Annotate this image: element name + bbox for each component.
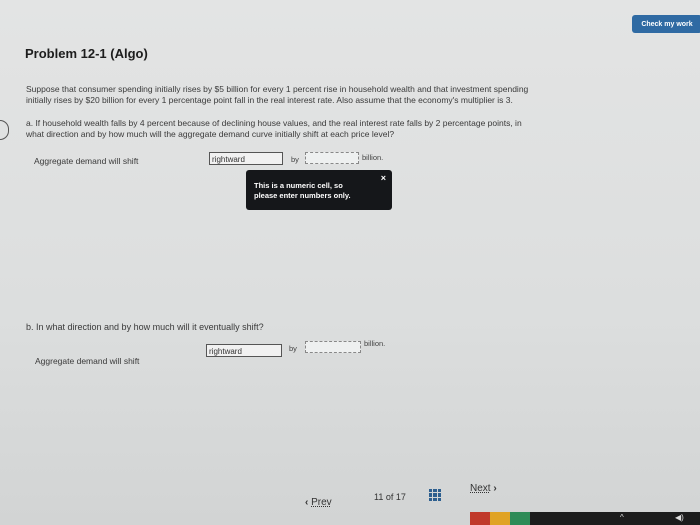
question-page: Check my work Problem 12-1 (Algo) Suppos… [0,0,700,525]
part-b-amount-input[interactable] [305,341,361,353]
page-current: 11 [374,492,384,502]
next-label: Next [470,483,491,494]
part-a-line-2: what direction and by how much will the … [26,129,395,139]
next-button[interactable]: Next › [470,483,497,494]
page-of: of [385,492,394,502]
part-b-by-label: by [289,344,297,353]
part-a-row-label: Aggregate demand will shift [34,156,139,166]
part-b-direction-select[interactable]: rightward [206,344,282,357]
check-my-work-button[interactable]: Check my work [632,15,700,33]
intro-line-2: initially rises by $20 billion for every… [26,95,513,105]
part-b-unit-label: billion. [364,339,386,348]
question-grid-icon[interactable] [429,489,441,501]
part-a-line-1: a. If household wealth falls by 4 percen… [26,118,522,128]
tooltip-line-1: This is a numeric cell, so [254,181,343,190]
intro-line-1: Suppose that consumer spending initially… [26,84,529,94]
problem-intro: Suppose that consumer spending initially… [26,84,656,106]
tray-caret-icon[interactable]: ^ [620,513,624,522]
page-indicator: 11 of 17 [374,492,406,502]
part-a-direction-select[interactable]: rightward [209,152,283,165]
prev-label: Prev [311,497,332,508]
chevron-right-icon: › [493,483,497,494]
part-a-by-label: by [291,155,299,164]
scroll-edge-icon [0,120,9,140]
part-a-question: a. If household wealth falls by 4 percen… [26,118,656,140]
taskbar-app-icon[interactable] [470,512,490,525]
part-b-question: b. In what direction and by how much wil… [26,322,264,332]
taskbar: ^ ◀) [470,512,700,525]
chevron-left-icon: ‹ [305,497,309,508]
problem-title: Problem 12-1 (Algo) [25,46,148,61]
taskbar-app-icon[interactable] [510,512,530,525]
part-a-amount-input[interactable] [305,152,359,164]
close-icon[interactable]: × [381,173,386,183]
volume-icon[interactable]: ◀) [675,513,684,522]
taskbar-app-icon[interactable] [490,512,510,525]
part-b-row-label: Aggregate demand will shift [35,356,140,366]
tooltip-line-2: please enter numbers only. [254,191,351,200]
part-a-unit-label: billion. [362,153,384,162]
numeric-cell-tooltip: × This is a numeric cell, so please ente… [246,170,392,210]
page-total: 17 [395,492,406,502]
prev-button[interactable]: ‹ Prev [305,497,332,508]
